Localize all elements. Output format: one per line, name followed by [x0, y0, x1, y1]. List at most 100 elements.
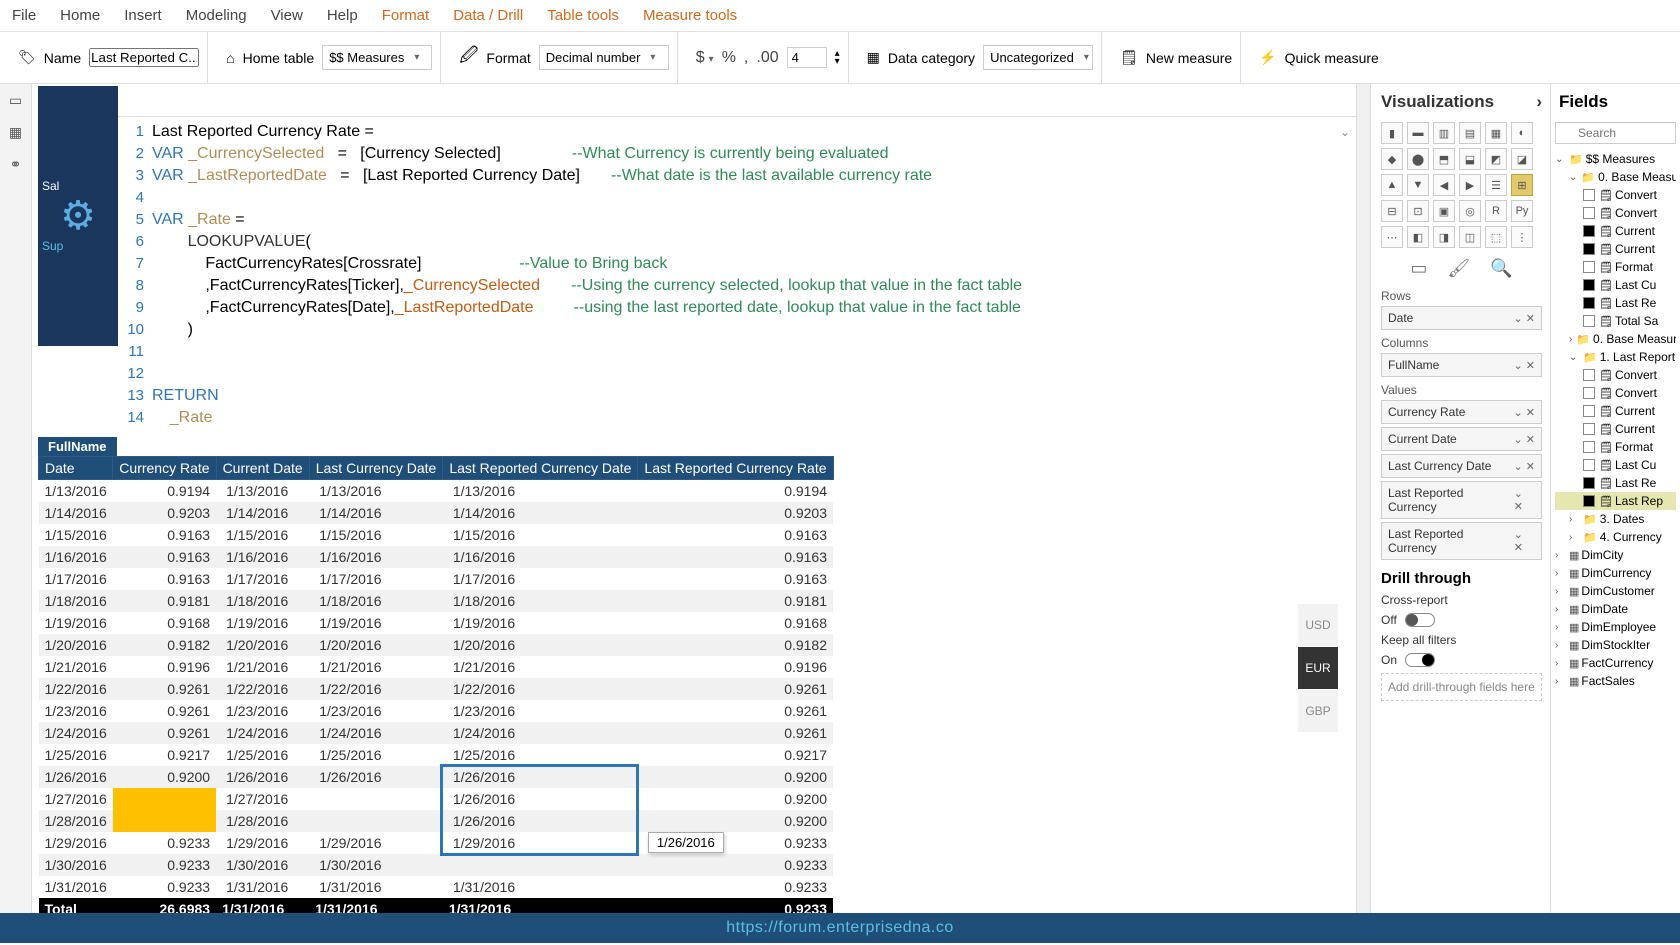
data-view-icon[interactable]: ▦: [7, 124, 25, 142]
table-node[interactable]: ›DimEmployee: [1555, 618, 1676, 636]
table-row[interactable]: 1/24/20160.92611/24/20161/24/20161/24/20…: [39, 722, 834, 744]
decimals-input[interactable]: [787, 47, 827, 68]
field-node[interactable]: Current: [1555, 420, 1676, 438]
keep-filters-toggle[interactable]: [1405, 653, 1435, 667]
viz-type-icon[interactable]: ⋯: [1381, 226, 1403, 248]
field-node[interactable]: Current: [1555, 222, 1676, 240]
viz-type-icon[interactable]: R: [1485, 200, 1507, 222]
viz-type-icon[interactable]: ▬: [1407, 122, 1429, 144]
viz-type-icon[interactable]: ▣: [1433, 200, 1455, 222]
viz-type-icon[interactable]: ◩: [1485, 148, 1507, 170]
viz-type-icon[interactable]: ⊟: [1381, 200, 1403, 222]
viz-type-icon[interactable]: ⬤: [1407, 148, 1429, 170]
expand-editor-icon[interactable]: ⌄: [1340, 121, 1350, 143]
percent-button[interactable]: %: [722, 49, 736, 67]
menu-format[interactable]: Format: [382, 7, 430, 24]
report-view-icon[interactable]: ▭: [7, 92, 25, 110]
slicer-item-eur[interactable]: EUR: [1298, 647, 1338, 689]
dax-editor[interactable]: ⌄ 1Last Reported Currency Rate =2VAR _Cu…: [118, 116, 1356, 437]
table-row[interactable]: 1/15/20160.91631/15/20161/15/20161/15/20…: [39, 524, 834, 546]
fields-tab-icon[interactable]: ▭: [1410, 258, 1427, 279]
fields-search-input[interactable]: [1555, 122, 1676, 144]
viz-type-icon[interactable]: ▼: [1407, 174, 1429, 196]
fields-tree[interactable]: ⌄$$ Measures⌄0. Base MeasureConvertConve…: [1555, 150, 1676, 690]
format-select[interactable]: Decimal number: [539, 45, 669, 70]
quick-measure-button[interactable]: Quick measure: [1285, 50, 1379, 66]
col-header[interactable]: Current Date: [216, 457, 309, 480]
col-header[interactable]: Last Reported Currency Rate: [638, 457, 833, 480]
table-row[interactable]: 1/21/20160.91961/21/20161/21/20161/21/20…: [39, 656, 834, 678]
table-row[interactable]: 1/30/20160.92331/30/20161/30/20160.9233: [39, 854, 834, 876]
rows-well[interactable]: Date⌄ ✕: [1381, 306, 1542, 330]
new-measure-button[interactable]: New measure: [1146, 50, 1232, 66]
menu-view[interactable]: View: [271, 7, 303, 24]
viz-type-icon[interactable]: ▤: [1459, 122, 1481, 144]
menu-measure-tools[interactable]: Measure tools: [643, 7, 737, 24]
viz-type-icon[interactable]: ☰: [1485, 174, 1507, 196]
viz-type-icon[interactable]: ⬚: [1485, 226, 1507, 248]
viz-type-icon[interactable]: ⋮: [1511, 226, 1533, 248]
table-node[interactable]: ›DimDate: [1555, 600, 1676, 618]
model-view-icon[interactable]: ⚭: [7, 156, 25, 174]
table-node[interactable]: ›FactSales: [1555, 672, 1676, 690]
folder-node[interactable]: ›0. Base Measure: [1555, 330, 1676, 348]
viz-type-icon[interactable]: ◪: [1511, 148, 1533, 170]
viz-type-icon[interactable]: ⊞: [1511, 174, 1533, 196]
analytics-tab-icon[interactable]: 🔍: [1490, 258, 1512, 279]
table-row[interactable]: 1/20/20160.91821/20/20161/20/20161/20/20…: [39, 634, 834, 656]
field-node[interactable]: Last Re: [1555, 474, 1676, 492]
currency-button[interactable]: $: [696, 49, 714, 67]
viz-type-icon[interactable]: ◧: [1407, 226, 1429, 248]
table-node[interactable]: ›FactCurrency: [1555, 654, 1676, 672]
field-node[interactable]: Convert: [1555, 186, 1676, 204]
col-header[interactable]: Last Reported Currency Date: [443, 457, 638, 480]
field-node[interactable]: Last Re: [1555, 294, 1676, 312]
viz-type-icon[interactable]: ▮: [1381, 122, 1403, 144]
menu-insert[interactable]: Insert: [124, 7, 162, 24]
cross-report-toggle[interactable]: [1405, 613, 1435, 627]
viz-type-icon[interactable]: ▦: [1485, 122, 1507, 144]
menu-table-tools[interactable]: Table tools: [547, 7, 619, 24]
table-row[interactable]: 1/27/20161/27/20161/26/20160.9200: [39, 788, 834, 810]
canvas-scrollbar[interactable]: [1356, 84, 1370, 913]
viz-type-icon[interactable]: ◨: [1433, 226, 1455, 248]
field-node[interactable]: Current: [1555, 240, 1676, 258]
field-node[interactable]: Format: [1555, 438, 1676, 456]
table-row[interactable]: 1/31/20160.92331/31/20161/31/20161/31/20…: [39, 876, 834, 898]
field-node[interactable]: Last Cu: [1555, 456, 1676, 474]
viz-type-icon[interactable]: ⬓: [1459, 148, 1481, 170]
table-node[interactable]: ›DimCity: [1555, 546, 1676, 564]
comma-button[interactable]: ,: [744, 49, 748, 67]
values-well[interactable]: Currency Rate⌄ ✕: [1381, 400, 1542, 424]
home-table-select[interactable]: $$ Measures: [322, 45, 432, 70]
viz-type-icon[interactable]: ▥: [1433, 122, 1455, 144]
folder-node[interactable]: ⌄$$ Measures: [1555, 150, 1676, 168]
viz-type-icon[interactable]: ▲: [1381, 174, 1403, 196]
field-node[interactable]: Last Rep: [1555, 492, 1676, 510]
field-node[interactable]: Convert: [1555, 204, 1676, 222]
viz-type-icon[interactable]: ◫: [1459, 226, 1481, 248]
viz-type-icon[interactable]: ◆: [1381, 148, 1403, 170]
folder-node[interactable]: ⌄0. Base Measure: [1555, 168, 1676, 186]
field-node[interactable]: Format: [1555, 258, 1676, 276]
folder-node[interactable]: ›3. Dates: [1555, 510, 1676, 528]
viz-type-icon[interactable]: ⊡: [1407, 200, 1429, 222]
table-row[interactable]: 1/22/20160.92611/22/20161/22/20161/22/20…: [39, 678, 834, 700]
menu-data-drill[interactable]: Data / Drill: [453, 7, 523, 24]
col-header[interactable]: Date: [39, 457, 113, 480]
measure-name-input[interactable]: [89, 48, 199, 67]
field-node[interactable]: Total Sa: [1555, 312, 1676, 330]
viz-type-icon[interactable]: ◐: [1511, 122, 1533, 144]
table-row[interactable]: 1/25/20160.92171/25/20161/25/20161/25/20…: [39, 744, 834, 766]
col-header[interactable]: Last Currency Date: [309, 457, 443, 480]
datacat-select[interactable]: Uncategorized: [983, 45, 1093, 70]
table-node[interactable]: ›DimStockIter: [1555, 636, 1676, 654]
folder-node[interactable]: ⌄1. Last Report: [1555, 348, 1676, 366]
drill-drop-zone[interactable]: Add drill-through fields here: [1381, 673, 1542, 701]
footer-link[interactable]: https://forum.enterprisedna.co: [0, 913, 1680, 943]
table-row[interactable]: 1/16/20160.91631/16/20161/16/20161/16/20…: [39, 546, 834, 568]
currency-slicer[interactable]: USDEURGBP: [1298, 604, 1338, 733]
table-row[interactable]: 1/17/20160.91631/17/20161/17/20161/17/20…: [39, 568, 834, 590]
table-row[interactable]: 1/19/20160.91681/19/20161/19/20161/19/20…: [39, 612, 834, 634]
viz-gallery[interactable]: ▮▬▥▤▦◐◆⬤⬒⬓◩◪▲▼◀▶☰⊞⊟⊡▣◎RPy⋯◧◨◫⬚⋮: [1381, 122, 1542, 248]
